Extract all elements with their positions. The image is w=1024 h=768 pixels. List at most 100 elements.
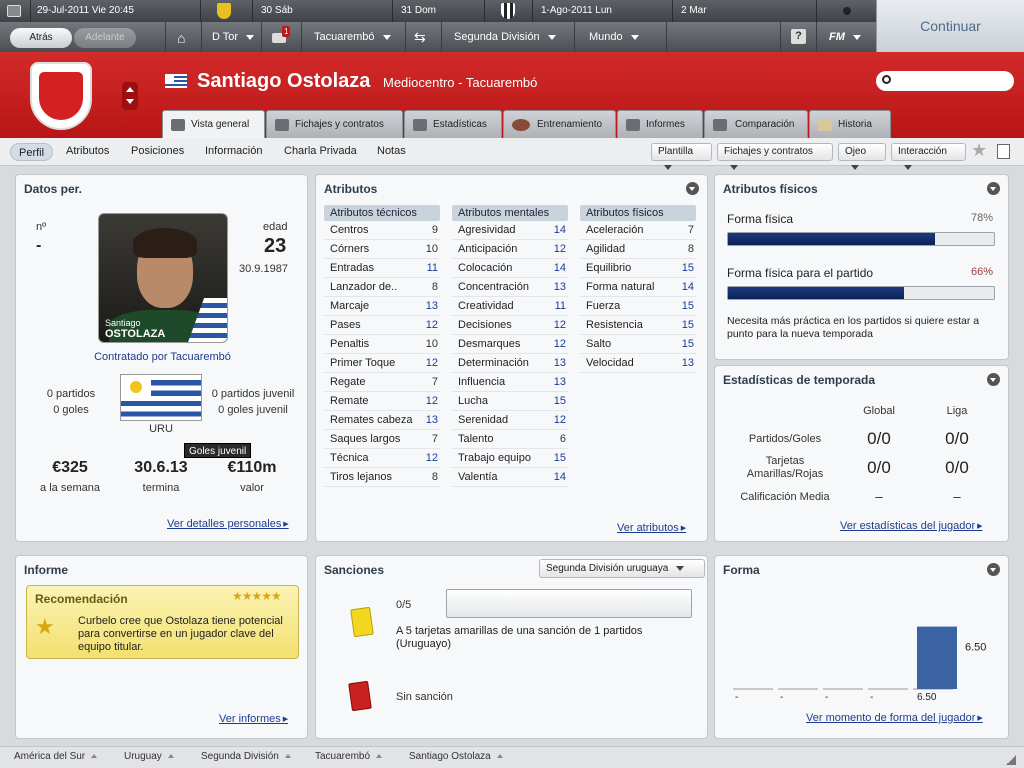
ver-estadisticas-link[interactable]: Ver estadísticas del jugador [840,520,982,532]
search-input[interactable] [876,71,1014,91]
player-role: Mediocentro - Tacuarembó [383,75,538,90]
manager-dropdown[interactable]: D Tor [201,22,261,52]
breadcrumb-item[interactable]: América del Sur [14,751,98,762]
tab-vista-general[interactable]: Vista general [162,110,265,139]
attribute-name: Centros [330,224,369,236]
nation-code: URU [149,423,173,435]
inbox-button[interactable]: 1 [261,22,301,52]
subnav-posiciones[interactable]: Posiciones [131,145,184,157]
attribute-row: Marcaje 13 [324,297,440,316]
attribute-value: 15 [681,262,694,274]
home-button[interactable]: ⌂ [165,22,201,52]
yellow-card-icon [350,606,374,638]
attribute-value: 15 [681,338,694,350]
subnav-notas[interactable]: Notas [377,145,406,157]
match-icon-cell[interactable] [484,0,532,22]
physical-attributes: Atributos físicos Aceleración 7 Agilidad 8 E… [580,205,696,373]
favourite-star-icon[interactable]: ★ [971,140,987,161]
tab-informes[interactable]: Informes [617,110,703,138]
player-photo: Santiago OSTOLAZA [98,213,228,343]
chevron-down-icon [851,164,859,170]
bar-fill [728,287,904,299]
breadcrumb-item[interactable]: Tacuarembó [315,751,383,762]
chevron-up-icon [126,87,134,92]
tab-fichajes[interactable]: Fichajes y contratos [266,110,403,138]
chart-bar[interactable] [917,626,957,689]
ver-detalles-link[interactable]: Ver detalles personales [167,518,289,530]
attribute-row: Creatividad 11 [452,297,568,316]
continue-button[interactable]: Continuar [876,0,1024,52]
ver-atributos-link[interactable]: Ver atributos [617,522,686,534]
attribute-row: Lucha 15 [452,392,568,411]
contract-club-link[interactable]: Contratado por Tacuarembó [16,351,309,363]
breadcrumb-item[interactable]: Uruguay [124,751,174,762]
calendar-icon-cell[interactable] [0,0,30,22]
recommendation-text: Curbelo cree que Ostolaza tiene potencia… [78,615,283,653]
breadcrumb-item[interactable]: Segunda División [201,751,291,762]
contract-expiry-value: 30.6.13 [134,459,188,476]
back-button[interactable]: Atrás [10,28,72,48]
league-dropdown[interactable]: Segunda División uruguaya [539,559,705,578]
star-icon: ★ [35,614,55,639]
resize-grip-icon[interactable] [1006,755,1016,765]
player-switcher[interactable] [122,82,138,110]
club-dropdown[interactable]: Tacuarembó [301,22,405,52]
attribute-row: Trabajo equipo 15 [452,449,568,468]
world-dropdown[interactable]: Mundo [574,22,666,52]
attribute-value: 12 [425,357,438,369]
photo-last-name: OSTOLAZA [105,328,166,340]
plantilla-dropdown[interactable]: Plantilla [651,143,712,170]
attribute-row: Remate 12 [324,392,440,411]
attribute-row: Fuerza 15 [580,297,696,316]
tab-entrenamiento[interactable]: Entrenamiento [503,110,616,138]
ver-momento-forma-link[interactable]: Ver momento de forma del jugador [806,712,983,724]
attribute-value: 13 [553,281,566,293]
tab-historia[interactable]: Historia [809,110,891,138]
panel-menu-icon[interactable] [987,563,1000,576]
notes-add-icon[interactable] [997,144,1010,159]
interaccion-dropdown[interactable]: Interacción [891,143,966,170]
attribute-name: Creatividad [458,300,514,312]
dropdown-label: Fichajes y contratos [724,146,813,157]
calendar-day[interactable]: 30 Sáb [252,0,392,22]
attribute-value: 14 [553,471,566,483]
ver-informes-link[interactable]: Ver informes [219,713,288,725]
forward-button[interactable]: Adelante [74,28,136,48]
chart-x-label: - [735,692,738,701]
calendar-day[interactable]: 1-Ago-2011 Lun [532,0,672,22]
switch-button[interactable]: ⇆ [405,22,441,52]
fichajes-dropdown[interactable]: Fichajes y contratos [717,143,833,170]
stat-label: Partidos/Goles [748,433,822,445]
nation-flag-icon[interactable] [120,374,202,421]
tab-estadisticas[interactable]: Estadísticas [404,110,502,138]
attribute-row: Salto 15 [580,335,696,354]
panel-menu-icon[interactable] [987,373,1000,386]
fm-menu-button[interactable]: FM [816,22,876,52]
subnav-atributos[interactable]: Atributos [66,145,109,157]
subnav-perfil[interactable]: Perfil [10,143,54,161]
panel-menu-icon[interactable] [987,182,1000,195]
recommendation-title: Recomendación [35,592,128,606]
tab-comparacion[interactable]: Comparación [704,110,808,138]
ojeo-dropdown[interactable]: Ojeo [838,143,886,170]
calendar-day[interactable]: 2 Mar [672,0,816,22]
calendar-scroller[interactable] [816,0,876,22]
subnav-informacion[interactable]: Información [205,145,262,157]
attribute-value: 13 [681,357,694,369]
column-global: Global [863,405,895,417]
attribute-value: 14 [553,262,566,274]
match-icon-cell[interactable] [200,0,252,22]
attribute-row: Valentía 14 [452,468,568,487]
attribute-name: Decisiones [458,319,512,331]
help-button[interactable]: ? [780,22,816,52]
subnav-charla-privada[interactable]: Charla Privada [284,145,357,157]
chevron-down-icon [246,34,255,40]
calendar-day[interactable]: 31 Dom [392,0,484,22]
stats-icon [413,119,427,131]
competition-dropdown[interactable]: Segunda División [441,22,574,52]
chevron-down-icon [904,164,912,170]
attribute-value: 15 [553,452,566,464]
panel-menu-icon[interactable] [686,182,699,195]
attribute-row: Centros 9 [324,221,440,240]
breadcrumb-item[interactable]: Santiago Ostolaza [409,751,503,762]
